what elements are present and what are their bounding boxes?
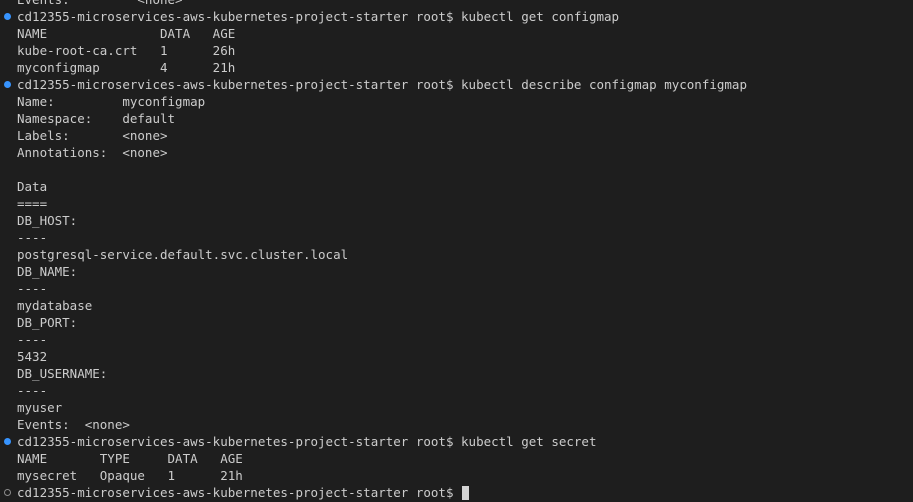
output-line: ---- xyxy=(0,382,913,399)
line-text: Namespace: default xyxy=(17,111,176,126)
output-line: Data xyxy=(0,178,913,195)
output-line: mysecret Opaque 1 21h xyxy=(0,467,913,484)
output-line: Events: <none> xyxy=(0,0,913,8)
line-text: DB_HOST: xyxy=(17,213,78,228)
output-line: NAME TYPE DATA AGE xyxy=(0,450,913,467)
line-text: NAME TYPE DATA AGE xyxy=(17,451,243,466)
output-line: ---- xyxy=(0,229,913,246)
output-line: 5432 xyxy=(0,348,913,365)
line-text: cd12355-microservices-aws-kubernetes-pro… xyxy=(17,77,747,92)
line-text: cd12355-microservices-aws-kubernetes-pro… xyxy=(17,9,620,24)
line-text: ---- xyxy=(17,332,48,347)
command-line: cd12355-microservices-aws-kubernetes-pro… xyxy=(0,8,913,25)
output-line: Namespace: default xyxy=(0,110,913,127)
command-pending-decoration-icon[interactable] xyxy=(4,489,11,496)
output-line: ---- xyxy=(0,331,913,348)
terminal-panel[interactable]: Events: <none> cd12355-microservices-aws-… xyxy=(0,0,913,502)
output-line: myuser xyxy=(0,399,913,416)
command-line: cd12355-microservices-aws-kubernetes-pro… xyxy=(0,76,913,93)
line-text: DB_NAME: xyxy=(17,264,78,279)
line-text: Annotations: <none> xyxy=(17,145,168,160)
line-text: Events: <none> xyxy=(17,0,183,7)
line-text: Data xyxy=(17,179,48,194)
output-line: mydatabase xyxy=(0,297,913,314)
line-text: ---- xyxy=(17,230,48,245)
output-line: ==== xyxy=(0,195,913,212)
terminal-cursor xyxy=(462,486,470,500)
line-text: DB_PORT: xyxy=(17,315,78,330)
output-line: DB_PORT: xyxy=(0,314,913,331)
line-text: Name: myconfigmap xyxy=(17,94,206,109)
command-success-decoration-icon[interactable] xyxy=(4,438,11,445)
command-line: cd12355-microservices-aws-kubernetes-pro… xyxy=(0,433,913,450)
command-success-decoration-icon[interactable] xyxy=(4,81,11,88)
line-text: cd12355-microservices-aws-kubernetes-pro… xyxy=(17,485,462,500)
line-text: ==== xyxy=(17,196,48,211)
line-text: Labels: <none> xyxy=(17,128,168,143)
output-line: myconfigmap 4 21h xyxy=(0,59,913,76)
line-text: postgresql-service.default.svc.cluster.l… xyxy=(17,247,349,262)
line-text: ---- xyxy=(17,383,48,398)
terminal-output: Events: <none> cd12355-microservices-aws-… xyxy=(0,0,913,501)
output-line: kube-root-ca.crt 1 26h xyxy=(0,42,913,59)
line-text: ---- xyxy=(17,281,48,296)
output-line: DB_NAME: xyxy=(0,263,913,280)
line-text: kube-root-ca.crt 1 26h xyxy=(17,43,236,58)
output-line: Events: <none> xyxy=(0,416,913,433)
line-text: myuser xyxy=(17,400,63,415)
command-success-decoration-icon[interactable] xyxy=(4,13,11,20)
line-text: cd12355-microservices-aws-kubernetes-pro… xyxy=(17,434,597,449)
output-line: postgresql-service.default.svc.cluster.l… xyxy=(0,246,913,263)
output-line: DB_USERNAME: xyxy=(0,365,913,382)
line-text: Events: <none> xyxy=(17,417,130,432)
output-line: DB_HOST: xyxy=(0,212,913,229)
output-line: NAME DATA AGE xyxy=(0,25,913,42)
line-text: myconfigmap 4 21h xyxy=(17,60,236,75)
output-line: Annotations: <none> xyxy=(0,144,913,161)
output-line: Name: myconfigmap xyxy=(0,93,913,110)
line-text: NAME DATA AGE xyxy=(17,26,236,41)
output-line: Labels: <none> xyxy=(0,127,913,144)
line-text: DB_USERNAME: xyxy=(17,366,108,381)
line-text: 5432 xyxy=(17,349,48,364)
command-line: cd12355-microservices-aws-kubernetes-pro… xyxy=(0,484,913,501)
output-line: ---- xyxy=(0,280,913,297)
line-text: mysecret Opaque 1 21h xyxy=(17,468,243,483)
line-text: mydatabase xyxy=(17,298,93,313)
